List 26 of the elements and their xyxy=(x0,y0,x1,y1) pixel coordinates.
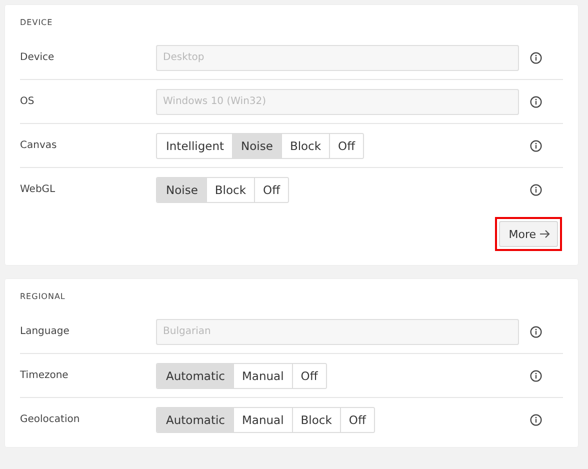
info-icon[interactable] xyxy=(530,326,542,338)
segment-option[interactable]: Off xyxy=(254,178,288,202)
segment-option[interactable]: Off xyxy=(329,134,364,158)
segment-option[interactable]: Automatic xyxy=(157,364,233,388)
section-title: REGIONAL xyxy=(20,292,66,302)
row-label: Timezone xyxy=(20,370,68,381)
row-label: Device xyxy=(20,52,54,63)
segment-option[interactable]: Off xyxy=(340,408,374,432)
row-label: Geolocation xyxy=(20,414,80,425)
section-title: DEVICE xyxy=(20,18,54,28)
info-icon[interactable] xyxy=(530,52,542,64)
info-icon[interactable] xyxy=(530,96,542,108)
row-label: Language xyxy=(20,326,70,337)
row-label: WebGL xyxy=(20,184,56,195)
row-label: Canvas xyxy=(20,140,57,151)
segment-option[interactable]: Noise xyxy=(232,134,281,158)
segment-option[interactable]: Automatic xyxy=(157,408,233,432)
row-label: OS xyxy=(20,96,34,107)
info-icon[interactable] xyxy=(530,414,542,426)
more-button[interactable]: More xyxy=(498,221,558,247)
info-icon[interactable] xyxy=(530,140,542,152)
segment-option[interactable]: Off xyxy=(292,364,326,388)
info-icon[interactable] xyxy=(530,370,542,382)
info-icon[interactable] xyxy=(530,184,542,196)
arrow-icon xyxy=(539,229,551,239)
segment-option[interactable]: Noise xyxy=(157,178,206,202)
